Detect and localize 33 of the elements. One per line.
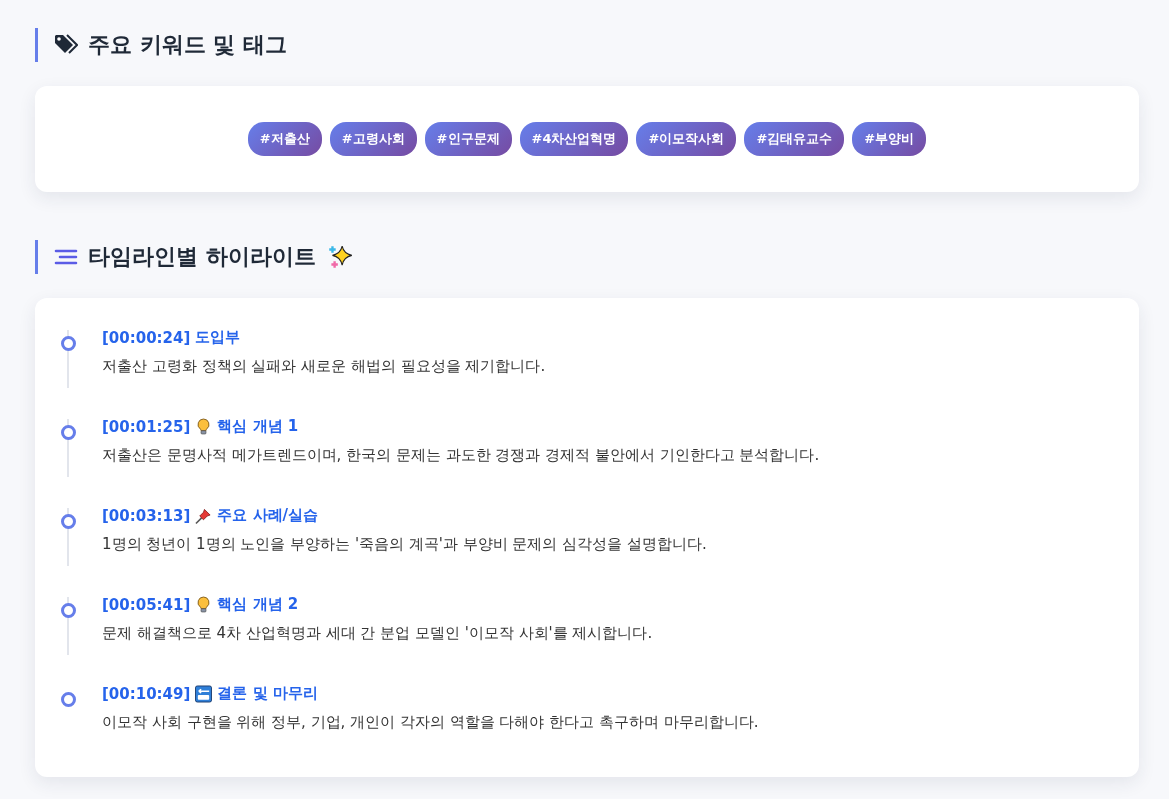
highlight-description: 문제 해결책으로 4차 산업혁명과 세대 간 분업 모델인 '이모작 사회'를 제시합니다. [102, 624, 653, 643]
lightbulb-icon [195, 595, 213, 614]
tag-chip[interactable]: #이모작사회 [636, 122, 737, 156]
tag-chip[interactable]: #김태유교수 [744, 122, 845, 156]
timeline-dot [61, 603, 76, 618]
highlight-title: 핵심 개념 1 [217, 417, 299, 436]
tag-chip[interactable]: #저출산 [247, 122, 322, 156]
pushpin-icon [195, 506, 213, 525]
highlight-title: 도입부 [195, 328, 241, 347]
section-title: 주요 키워드 및 태그 [88, 31, 287, 59]
tag-chip[interactable]: #4차산업혁명 [519, 122, 629, 156]
tag-chip[interactable]: #인구문제 [424, 122, 512, 156]
highlight-title: 핵심 개념 2 [217, 595, 299, 614]
highlight-description: 이모작 사회 구현을 위해 정부, 기업, 개인이 각자의 역할을 다해야 한다고 촉구하며 마무리합니다. [102, 713, 759, 732]
timestamp: [00:01:25] [102, 417, 191, 436]
timestamp: [00:10:49] [102, 684, 191, 703]
timestamp: [00:03:13] [102, 506, 191, 525]
highlight-title: 주요 사례/실습 [217, 506, 319, 525]
highlight-description: 저출산은 문명사적 메가트렌드이며, 한국의 문제는 과도한 경쟁과 경제적 불안에서 기인한다고 분석합니다. [102, 446, 820, 465]
section-title: 타임라인별 하이라이트 [88, 243, 316, 271]
timestamp: [00:00:24] [102, 328, 191, 347]
highlight-description: 저출산 고령화 정책의 실패와 새로운 해법의 필요성을 제기합니다. [102, 357, 546, 376]
highlight-title: 결론 및 마무리 [217, 684, 318, 703]
timestamp: [00:05:41] [102, 595, 191, 614]
highlight-description: 1명의 청년이 1명의 노인을 부양하는 '죽음의 계곡'과 부양비 문제의 심각성을 설명합니다. [102, 535, 707, 554]
timeline-dot [61, 514, 76, 529]
tag-chip[interactable]: #부양비 [852, 122, 927, 156]
timeline-dot [61, 336, 76, 351]
timeline-dot [61, 692, 76, 707]
tag-chip[interactable]: #고령사회 [329, 122, 417, 156]
lightbulb-icon [195, 417, 213, 436]
timeline-dot [61, 425, 76, 440]
tag-icon [54, 34, 78, 56]
